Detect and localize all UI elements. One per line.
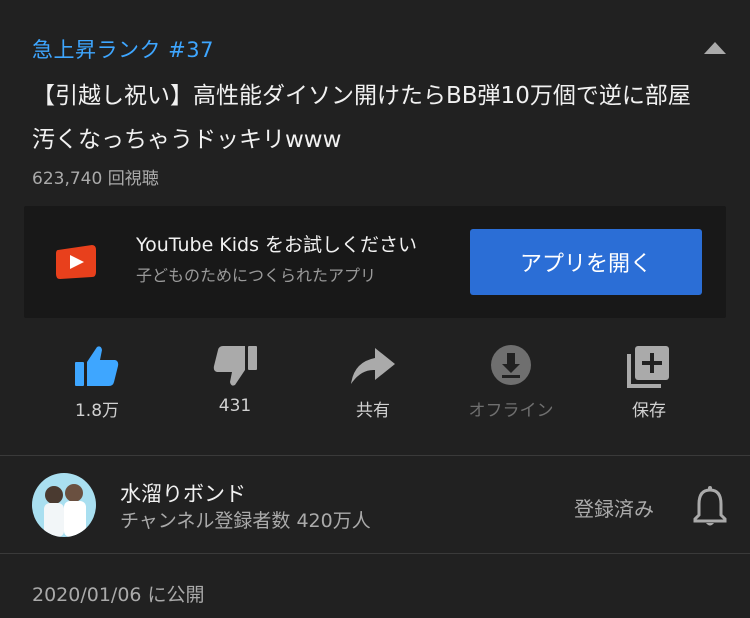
chevron-up-icon[interactable] [704, 42, 726, 54]
offline-label: オフライン [468, 401, 554, 421]
save-button[interactable]: 保存 [594, 344, 704, 424]
playlist-add-icon [627, 346, 669, 388]
subscribed-button[interactable]: 登録済み [574, 493, 654, 522]
video-title: 【引越し祝い】高性能ダイソン開けたらBB弾10万個で逆に部屋汚くなっちゃうドッキ… [32, 83, 691, 153]
share-button[interactable]: 共有 [318, 344, 428, 424]
thumbs-up-icon [75, 346, 119, 386]
publish-date: 2020/01/06 に公開 [32, 584, 205, 606]
trending-rank[interactable]: 急上昇ランク #37 [32, 34, 214, 64]
youtube-kids-promo: YouTube Kids をお試しください 子どものためにつくられたアプリ アプ… [24, 206, 726, 318]
bell-icon[interactable] [690, 484, 730, 528]
share-icon [351, 348, 395, 384]
promo-subtitle: 子どものためにつくられたアプリ [136, 266, 377, 285]
subscriber-count: チャンネル登録者数 420万人 [120, 510, 371, 532]
action-bar: 1.8万 431 共有 オフライン 保存 [0, 344, 750, 424]
download-icon [491, 345, 531, 385]
dislike-count: 431 [218, 396, 252, 416]
channel-avatar[interactable] [32, 473, 96, 537]
share-label: 共有 [356, 401, 390, 421]
like-button[interactable]: 1.8万 [42, 344, 152, 424]
avatar-image [32, 473, 96, 537]
open-app-button[interactable]: アプリを開く [470, 229, 702, 295]
dislike-button[interactable]: 431 [180, 344, 290, 424]
divider [0, 553, 750, 554]
thumbs-down-icon [213, 346, 257, 386]
promo-title: YouTube Kids をお試しください [136, 234, 418, 256]
offline-button[interactable]: オフライン [456, 344, 566, 424]
channel-name[interactable]: 水溜りボンド [120, 478, 246, 508]
like-count: 1.8万 [74, 401, 120, 421]
divider [0, 455, 750, 456]
view-count: 623,740 回視聴 [32, 169, 159, 189]
youtube-kids-logo-icon [56, 245, 96, 279]
save-label: 保存 [632, 401, 666, 421]
